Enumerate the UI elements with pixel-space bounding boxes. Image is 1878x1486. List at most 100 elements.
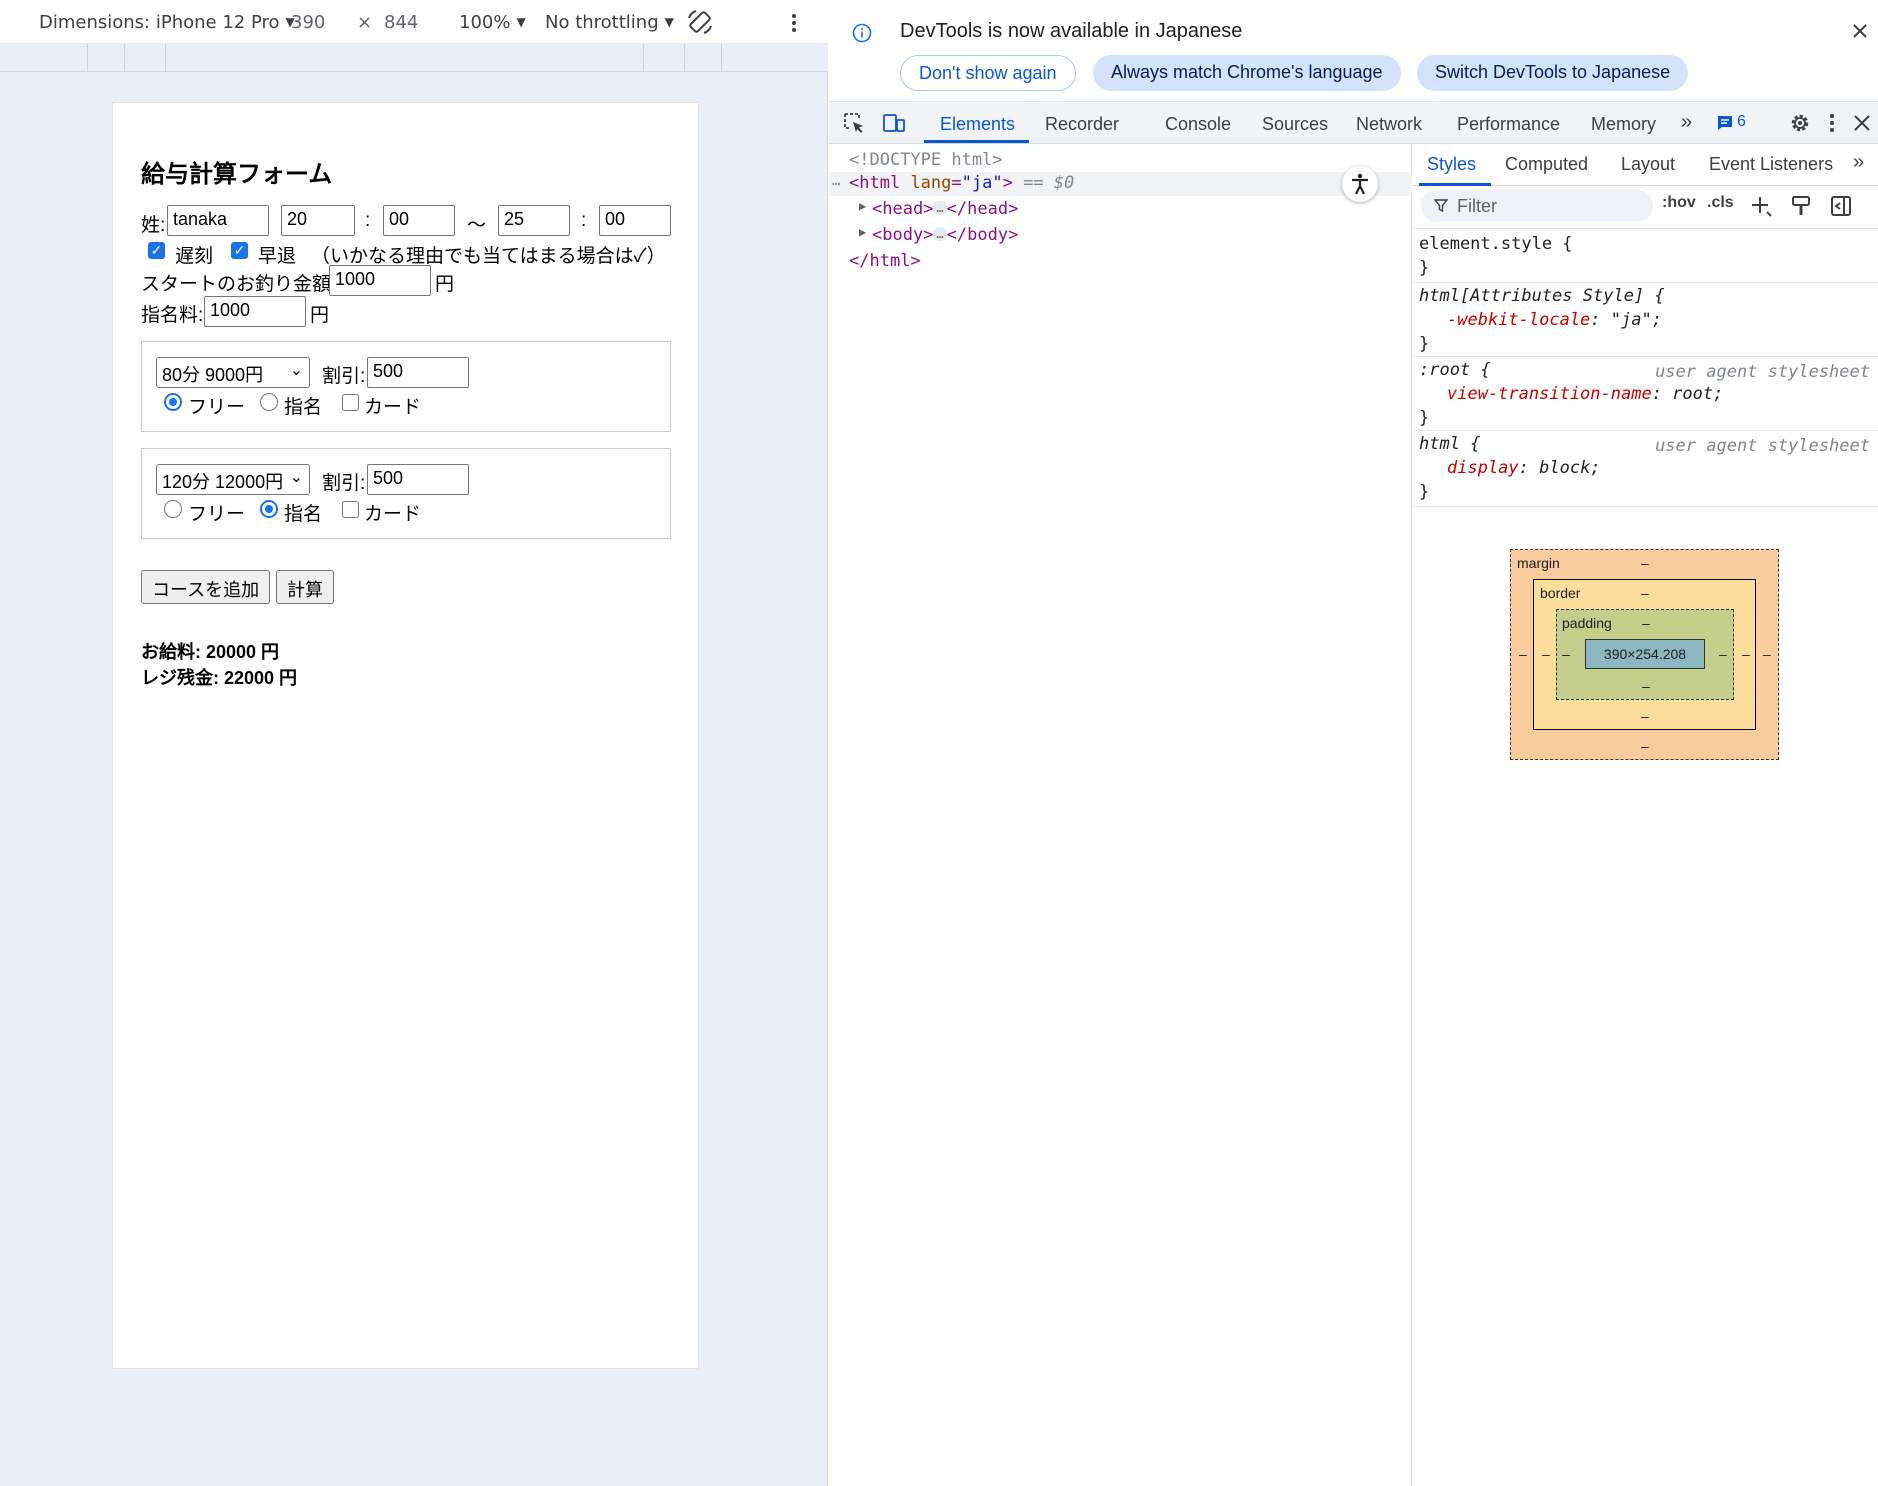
device-toolbar: Dimensions: iPhone 12 Pro ▼ 390 × 844 100…	[0, 0, 828, 44]
box-model-margin[interactable]: margin – – – – border – – – – padding – …	[1510, 549, 1779, 760]
issues-icon[interactable]	[1715, 112, 1735, 134]
doctype-node[interactable]: <!DOCTYPE html>	[849, 150, 1003, 170]
discount-input[interactable]: 500	[367, 464, 469, 495]
end-minute-input[interactable]: 00	[599, 205, 671, 236]
add-course-button[interactable]: コースを追加	[141, 570, 271, 604]
early-checkbox[interactable]: ✓	[231, 242, 248, 259]
free-label: フリー	[188, 397, 246, 418]
accessibility-tree-icon[interactable]	[1342, 166, 1378, 202]
close-devtools-icon[interactable]	[1853, 114, 1871, 132]
styles-filter-input[interactable]: Filter	[1421, 190, 1653, 222]
box-model-padding[interactable]: padding – – – – 390×254.208	[1556, 609, 1734, 700]
tab-console[interactable]: Console	[1165, 114, 1231, 135]
customize-menu-icon[interactable]	[1825, 112, 1839, 134]
html-selector[interactable]: html {	[1419, 434, 1480, 454]
switch-to-japanese-button[interactable]: Switch DevTools to Japanese	[1417, 55, 1689, 91]
free-radio[interactable]	[164, 393, 182, 411]
more-subtabs-icon[interactable]: »	[1853, 151, 1864, 174]
box-model-content[interactable]: 390×254.208	[1585, 639, 1705, 669]
dont-show-again-button[interactable]: Don't show again	[900, 55, 1076, 91]
head-node[interactable]: <head>… </head>	[872, 199, 1018, 219]
discount-input[interactable]: 500	[367, 357, 469, 388]
box-model-border[interactable]: border – – – – padding – – – – 390×254.2…	[1533, 579, 1756, 730]
late-checkbox[interactable]: ✓	[148, 242, 165, 259]
course-select[interactable]: 120分 12000円 ⌄	[156, 464, 310, 495]
expand-triangle-icon[interactable]: ▶	[859, 199, 866, 213]
name-input[interactable]: tanaka	[167, 205, 269, 236]
language-infobar: DevTools is now available in Japanese Do…	[829, 0, 1878, 102]
issues-count: 6	[1737, 113, 1746, 130]
salary-result: お給料: 20000 円	[141, 642, 280, 662]
html-node[interactable]: <html lang="ja"> == $0	[849, 173, 1074, 193]
free-radio[interactable]	[164, 500, 182, 518]
cls-toggle[interactable]: .cls	[1707, 194, 1734, 212]
height-input[interactable]: 844	[384, 12, 418, 33]
nomination-fee-input[interactable]: 1000	[204, 296, 306, 327]
device-emulation-pane: Dimensions: iPhone 12 Pro ▼ 390 × 844 100…	[0, 0, 828, 1486]
nominate-radio[interactable]	[260, 500, 278, 518]
more-tabs-icon[interactable]: »	[1681, 111, 1692, 134]
settings-gear-icon[interactable]	[1787, 110, 1813, 136]
tab-styles[interactable]: Styles	[1427, 154, 1476, 175]
view-transition-declaration[interactable]: view-transition-name: root;	[1447, 384, 1723, 404]
filter-icon	[1433, 198, 1449, 214]
tab-elements[interactable]: Elements	[940, 114, 1015, 135]
change-input[interactable]: 1000	[329, 265, 431, 296]
dropdown-caret-icon: ▼	[664, 15, 674, 29]
change-label: スタートのお釣り金額:	[141, 274, 337, 295]
node-actions-ellipsis[interactable]: …	[832, 173, 840, 189]
tab-recorder[interactable]: Recorder	[1045, 114, 1119, 135]
start-hour-input[interactable]: 20	[281, 205, 355, 236]
more-options-icon[interactable]	[782, 10, 806, 36]
dom-tree: <!DOCTYPE html> … <html lang="ja"> == $0…	[829, 144, 1412, 1486]
html-close-node[interactable]: </html>	[849, 251, 921, 271]
dropdown-caret-icon: ▼	[516, 15, 526, 29]
checkbox-note: （いかなる理由でも当てはまる場合は✓）	[311, 246, 666, 267]
card-label: カード	[364, 397, 422, 418]
discount-label: 割引:	[322, 366, 366, 387]
toggle-sidebar-icon[interactable]	[1829, 194, 1853, 218]
device-toolbar-icon[interactable]	[881, 110, 907, 136]
tab-layout[interactable]: Layout	[1621, 154, 1675, 175]
attributes-style-selector[interactable]: html[Attributes Style] {	[1419, 286, 1665, 306]
card-checkbox[interactable]	[342, 501, 359, 518]
name-label: 姓:	[141, 215, 166, 236]
webkit-locale-declaration[interactable]: -webkit-locale: "ja";	[1447, 310, 1662, 330]
always-match-language-button[interactable]: Always match Chrome's language	[1093, 55, 1401, 91]
new-style-rule-icon[interactable]	[1749, 194, 1773, 218]
info-icon	[851, 22, 873, 44]
element-style-selector[interactable]: element.style {	[1419, 234, 1573, 254]
tab-computed[interactable]: Computed	[1505, 154, 1588, 175]
tab-event-listeners[interactable]: Event Listeners	[1709, 154, 1833, 175]
yen-unit: 円	[310, 305, 330, 326]
throttling-select[interactable]: No throttling ▼	[545, 12, 674, 33]
card-checkbox[interactable]	[342, 394, 359, 411]
rotate-icon[interactable]	[684, 8, 716, 36]
display-declaration[interactable]: display: block;	[1447, 458, 1601, 478]
root-selector[interactable]: :root {	[1419, 360, 1491, 380]
body-node[interactable]: <body>… </body>	[872, 225, 1018, 245]
paint-brush-icon[interactable]	[1789, 194, 1813, 218]
zoom-select[interactable]: 100% ▼	[459, 12, 526, 33]
chevron-down-icon: ⌄	[289, 469, 303, 486]
device-select[interactable]: Dimensions: iPhone 12 Pro ▼	[39, 12, 295, 33]
emulated-page: 給与計算フォーム 姓: tanaka 20 : 00 〜 25 : 00 ✓ 遅…	[112, 102, 699, 1369]
calculate-button[interactable]: 計算	[276, 570, 334, 604]
tab-network[interactable]: Network	[1356, 114, 1422, 135]
media-query-ruler[interactable]	[0, 44, 828, 72]
tab-memory[interactable]: Memory	[1591, 114, 1656, 135]
nominate-radio[interactable]	[260, 393, 278, 411]
expand-triangle-icon[interactable]: ▶	[859, 225, 866, 239]
close-icon[interactable]	[1849, 20, 1871, 42]
active-tab-indicator	[924, 140, 1029, 143]
rule-close-brace: }	[1419, 258, 1430, 278]
inspect-element-icon[interactable]	[841, 110, 867, 136]
tab-sources[interactable]: Sources	[1262, 114, 1328, 135]
width-input[interactable]: 390	[291, 12, 325, 33]
nomination-fee-label: 指名料:	[141, 305, 204, 326]
start-minute-input[interactable]: 00	[383, 205, 455, 236]
tab-performance[interactable]: Performance	[1457, 114, 1560, 135]
hov-toggle[interactable]: :hov	[1662, 194, 1696, 212]
end-hour-input[interactable]: 25	[498, 205, 570, 236]
course-select[interactable]: 80分 9000円 ⌄	[156, 357, 310, 388]
